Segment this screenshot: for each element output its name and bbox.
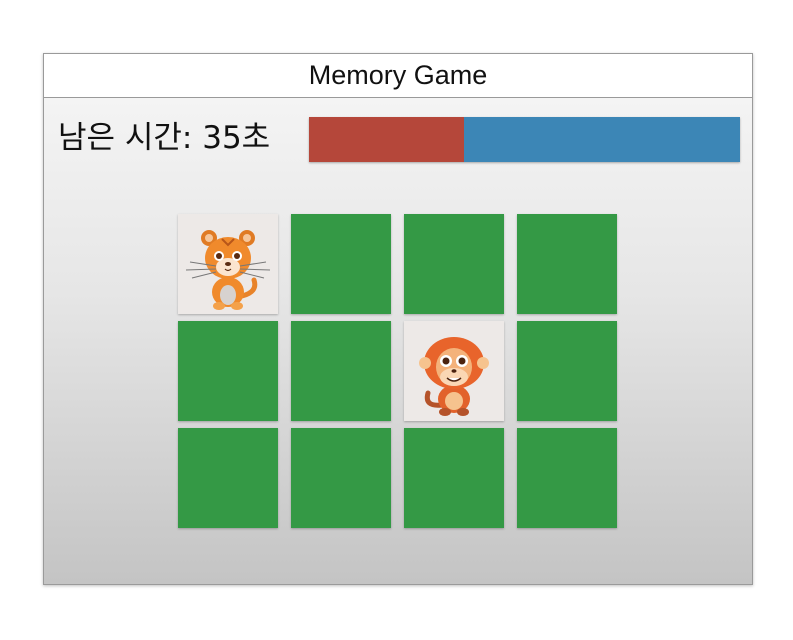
time-progress-bar [309,117,740,162]
card-face-down[interactable] [517,428,617,528]
monkey-icon [404,321,504,421]
card-face-down[interactable] [291,214,391,314]
card-revealed[interactable] [404,321,504,421]
card-face-down[interactable] [404,428,504,528]
card-face-down[interactable] [291,428,391,528]
card-face-down[interactable] [291,321,391,421]
time-elapsed-fill [309,117,465,162]
card-face-down[interactable] [404,214,504,314]
time-remaining-label: 남은 시간: 35초 [58,120,271,156]
card-face-down[interactable] [517,321,617,421]
card-face-down[interactable] [517,214,617,314]
card-grid [178,214,620,528]
card-face-down[interactable] [178,321,278,421]
tiger-cub-icon [178,214,278,314]
card-revealed[interactable] [178,214,278,314]
card-face-down[interactable] [178,428,278,528]
window-title: Memory Game [44,54,752,98]
game-window: Memory Game 남은 시간: 35초 [43,53,753,585]
